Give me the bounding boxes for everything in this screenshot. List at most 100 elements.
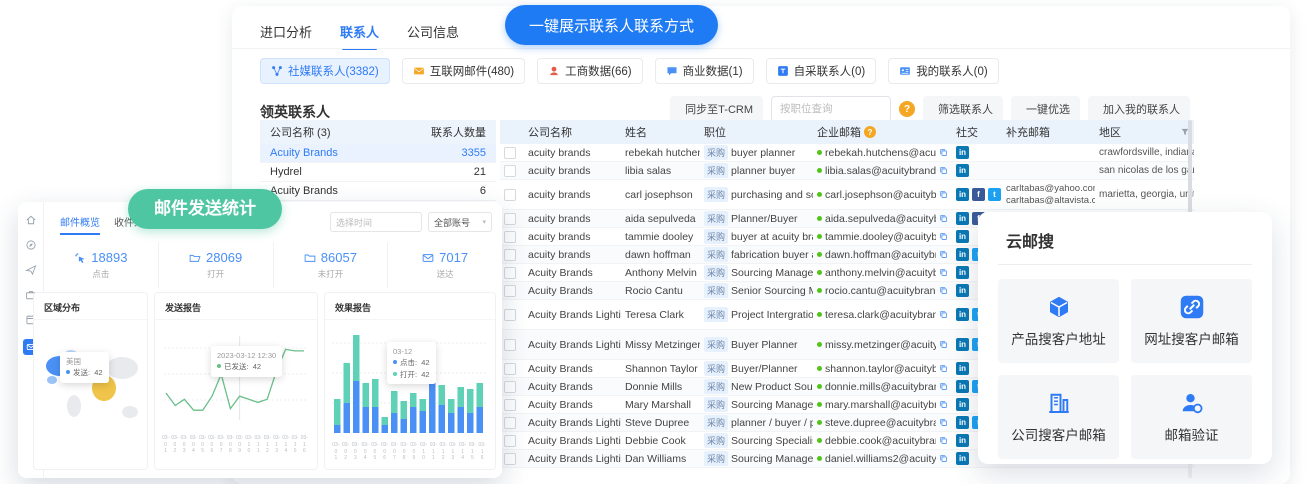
tab-公司信息[interactable]: 公司信息 [407,22,459,50]
cloud-card-产品搜客户地址[interactable]: 产品搜客户地址 [998,279,1119,363]
position-tag: 采购 [704,433,728,448]
search-input[interactable] [771,96,891,122]
copy-icon [939,286,948,295]
row-checkbox[interactable] [504,363,516,375]
cloud-search-grid: 产品搜客户地址 网址搜客户邮箱公司搜客户邮箱 邮箱验证 [978,265,1272,473]
row-checkbox[interactable] [504,399,516,411]
linkedin-icon[interactable]: in [956,146,969,159]
chip-工商数据(66)[interactable]: 工商数据(66) [537,58,642,84]
row-checkbox[interactable] [504,213,516,225]
chip-label: 商业数据(1) [683,63,743,79]
tab-联系人[interactable]: 联系人 [340,22,379,50]
tab-进口分析[interactable]: 进口分析 [260,22,312,50]
email-stats-badge: 邮件发送统计 [128,189,282,229]
stat-label: 送达 [437,268,454,280]
send-icon[interactable] [25,264,37,276]
linkedin-icon[interactable]: in [956,230,969,243]
row-checkbox[interactable] [504,249,516,261]
facebook-icon[interactable]: f [972,188,985,201]
row-checkbox[interactable] [504,453,516,465]
company-list-header: 公司名称 (3) 联系人数量 [260,120,496,144]
col-header-公司名称: 公司名称 [524,124,621,140]
row-checkbox-cell [500,249,524,261]
home-icon[interactable] [25,214,37,226]
contacts-table-header: 公司名称姓名职位企业邮箱?社交补充邮箱地区 [500,120,1194,144]
date-placeholder: 选择时间 [336,216,372,229]
row-checkbox-cell [500,309,524,321]
date-picker[interactable]: 选择时间 [330,212,422,232]
position-tag: 采购 [704,163,728,178]
linkedin-icon[interactable]: in [956,284,969,297]
chip-自采联系人(0)[interactable]: 自采联系人(0) [766,58,877,84]
row-checkbox[interactable] [504,267,516,279]
email-stats-tab-邮件概览[interactable]: 邮件概览 [60,214,100,235]
chip-我的联系人(0)[interactable]: 我的联系人(0) [888,58,999,84]
row-checkbox[interactable] [504,231,516,243]
copy-icon [939,166,948,175]
contact-count-header: 联系人数量 [431,124,496,140]
row-checkbox[interactable] [504,165,516,177]
linkedin-icon[interactable]: in [956,398,969,411]
cloud-card-label: 产品搜客户地址 [1011,328,1106,348]
folder-open-icon [189,252,201,264]
position-cell: 采购Project Intergration [700,307,813,322]
row-checkbox[interactable] [504,147,516,159]
company-row[interactable]: Hydrel21 [260,163,496,182]
one-click-optimize-button[interactable]: 一键优选 [1011,96,1080,122]
contact-source-chips: 社媒联系人(3382) 互联网邮件(480) 工商数据(66) 商业数据(1) 自采联系… [260,58,999,84]
row-checkbox[interactable] [504,339,516,351]
name-cell: Steve Dupree [621,417,700,429]
company-row[interactable]: Acuity Brands3355 [260,144,496,163]
linkedin-icon[interactable]: in [956,416,969,429]
envelope-icon [422,252,434,264]
row-checkbox[interactable] [504,189,516,201]
company-row[interactable]: Acuity Brands6 [260,182,496,201]
linkedin-icon[interactable]: in [956,248,969,261]
cloud-card-label: 公司搜客户邮箱 [1011,424,1106,444]
row-checkbox[interactable] [504,417,516,429]
cloud-card-邮箱验证[interactable]: 邮箱验证 [1131,375,1252,459]
row-checkbox[interactable] [504,435,516,447]
filter-contacts-button[interactable]: 筛选联系人 [923,96,1003,122]
twitter-icon[interactable]: t [988,188,1001,201]
chip-社媒联系人(3382)[interactable]: 社媒联系人(3382) [260,58,390,84]
linkedin-icon[interactable]: in [956,338,969,351]
add-to-my-contacts-button[interactable]: 加入我的联系人 [1088,96,1190,122]
name-cell: Shannon Taylor [621,363,700,375]
sync-tcrm-button[interactable]: 同步至T-CRM [670,96,763,122]
name-cell: dawn hoffman [621,249,700,261]
linkedin-icon[interactable]: in [956,266,969,279]
row-checkbox[interactable] [504,309,516,321]
linkedin-icon[interactable]: in [956,362,969,375]
col-header-地区: 地区 [1095,124,1194,140]
position-cell: 采购New Product Sourcir [700,379,813,394]
email-help-icon[interactable]: ? [864,126,876,138]
row-checkbox[interactable] [504,381,516,393]
linkedin-icon[interactable]: in [956,188,969,201]
linkedin-icon[interactable]: in [956,380,969,393]
stat-打开: 28069打开 [158,242,273,288]
cloud-card-公司搜客户邮箱[interactable]: 公司搜客户邮箱 [998,375,1119,459]
row-checkbox-cell [500,147,524,159]
linkedin-icon[interactable]: in [956,212,969,225]
row-checkbox[interactable] [504,285,516,297]
line-chart-svg [160,326,310,430]
compass-icon[interactable] [25,239,37,251]
chip-商业数据(1)[interactable]: 商业数据(1) [655,58,754,84]
position-tag: 采购 [704,283,728,298]
position-cell: 采购Sourcing Manager [700,451,813,466]
position-cell: 采购purchasing and sour [700,187,813,202]
linkedin-icon[interactable]: in [956,164,969,177]
email-stats-window: 邮件概览收件人画像 选择时间 全部账号 ▾ 18893点击28069打开8605… [18,202,502,478]
account-select[interactable]: 全部账号 ▾ [428,212,492,232]
chip-互联网邮件(480)[interactable]: 互联网邮件(480) [402,58,525,84]
linkedin-icon[interactable]: in [956,434,969,447]
email-cell: carl.josephson@acuitybrands.com [813,189,952,201]
linkedin-icon[interactable]: in [956,308,969,321]
region-card-title: 区域分布 [34,293,147,320]
email-cell: rebekah.hutchens@acuitybrands.com [813,147,952,159]
help-icon[interactable]: ? [899,101,915,117]
linkedin-icon[interactable]: in [956,452,969,465]
cloud-card-网址搜客户邮箱[interactable]: 网址搜客户邮箱 [1131,279,1252,363]
stat-label: 打开 [207,268,224,280]
